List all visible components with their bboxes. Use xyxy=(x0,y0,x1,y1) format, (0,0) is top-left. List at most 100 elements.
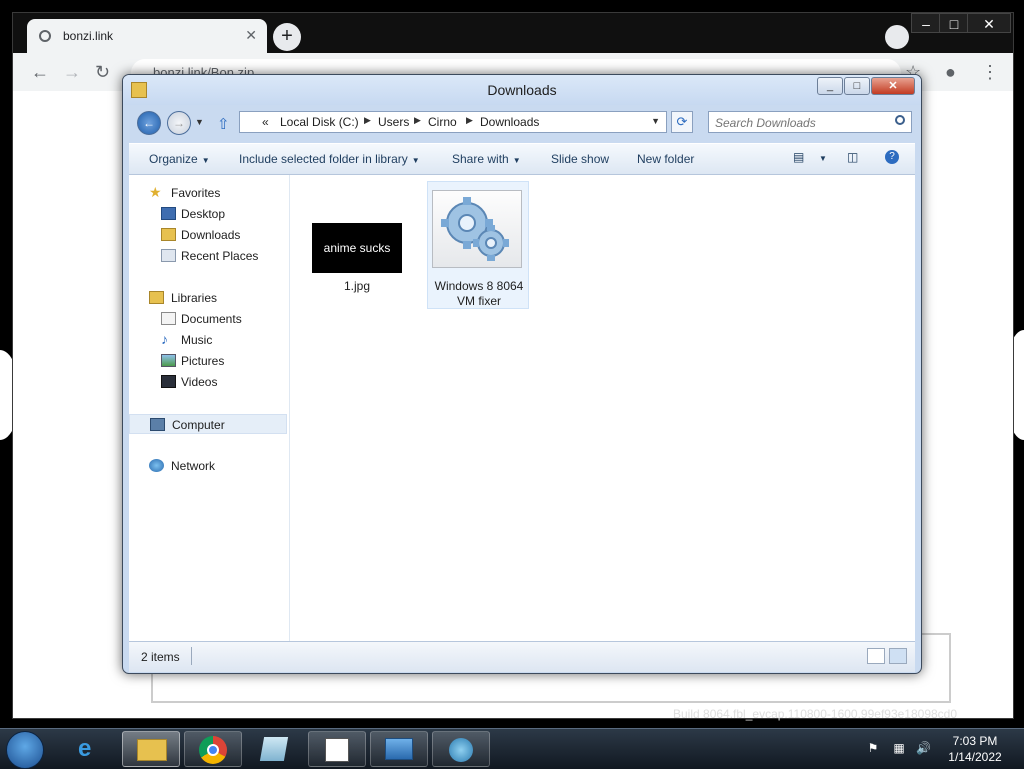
search-icon[interactable] xyxy=(895,115,905,125)
folder-icon xyxy=(137,739,167,761)
breadcrumb-users[interactable]: Users xyxy=(378,115,409,129)
address-bar[interactable]: « Local Disk (C:) ▶ Users ▶ Cirno ▶ Down… xyxy=(239,111,667,133)
nav-computer[interactable]: Computer xyxy=(129,414,287,434)
slide-show-button[interactable]: Slide show xyxy=(551,152,609,166)
network-map-icon[interactable] xyxy=(432,731,490,767)
recent-pages-dropdown-icon[interactable]: ▼ xyxy=(195,117,204,127)
monitor-glyph xyxy=(385,738,413,760)
breadcrumb-downloads[interactable]: Downloads xyxy=(480,115,539,129)
explorer-titlebar[interactable]: Downloads _ □ ✕ xyxy=(123,75,921,105)
computer-icon xyxy=(150,418,165,431)
tab-search-icon[interactable] xyxy=(885,25,909,49)
chevron-right-icon[interactable]: ▶ xyxy=(466,115,473,126)
windows-explorer-icon[interactable] xyxy=(122,731,180,767)
nav-label: Favorites xyxy=(171,186,221,200)
browser-tab[interactable]: bonzi.link ✕ xyxy=(27,19,267,53)
tab-close-icon[interactable]: ✕ xyxy=(245,27,257,44)
downloads-folder-icon xyxy=(161,228,176,241)
new-folder-button[interactable]: New folder xyxy=(637,152,694,166)
window-title: Downloads xyxy=(487,82,557,98)
large-icons-view-icon[interactable] xyxy=(889,648,907,664)
profile-icon[interactable]: ● xyxy=(945,62,956,83)
minimize-button[interactable]: _ xyxy=(817,77,843,95)
maximize-button[interactable]: □ xyxy=(939,13,969,33)
forward-arrow-icon[interactable]: → xyxy=(167,111,191,135)
browser-titlebar: bonzi.link ✕ + – □ ✕ xyxy=(13,13,1013,53)
task-list-icon[interactable] xyxy=(308,731,366,767)
network-status-icon[interactable]: ▦ xyxy=(892,741,906,755)
search-input[interactable] xyxy=(713,114,887,132)
nav-videos[interactable]: Videos xyxy=(129,372,287,392)
network-icon xyxy=(149,459,164,472)
back-arrow-icon[interactable]: ← xyxy=(137,111,161,135)
new-tab-button[interactable]: + xyxy=(273,23,301,51)
control-panel-icon[interactable] xyxy=(370,731,428,767)
breadcrumb-local-disk[interactable]: Local Disk (C:) xyxy=(280,115,359,129)
tab-title: bonzi.link xyxy=(63,29,114,43)
recent-places-icon xyxy=(161,249,176,262)
details-view-icon[interactable] xyxy=(867,648,885,664)
documents-icon xyxy=(161,312,176,325)
breadcrumb-cirno[interactable]: Cirno xyxy=(428,115,457,129)
chrome-icon[interactable] xyxy=(184,731,242,767)
internet-explorer-icon[interactable]: e xyxy=(62,731,120,767)
explorer-body: ★ Favorites Desktop Downloads Recent Pla… xyxy=(129,175,915,641)
star-icon: ★ xyxy=(149,184,162,200)
menu-icon[interactable]: ⋮ xyxy=(981,62,999,83)
breadcrumb-overflow[interactable]: « xyxy=(262,115,269,129)
back-arrow-icon[interactable]: ← xyxy=(31,62,49,83)
system-clock[interactable]: 7:03 PM 1/14/2022 xyxy=(944,733,1006,765)
command-bar: Organize ▼ Include selected folder in lib… xyxy=(129,143,915,175)
close-button[interactable]: ✕ xyxy=(871,77,915,95)
start-orb-icon[interactable] xyxy=(6,731,44,769)
film-icon xyxy=(161,375,176,388)
volume-icon[interactable]: 🔊 xyxy=(916,741,931,755)
organize-label: Organize xyxy=(149,152,198,166)
desktop-icon xyxy=(161,207,176,220)
include-label: Include selected folder in library xyxy=(239,152,408,166)
nav-documents[interactable]: Documents xyxy=(129,309,287,329)
help-icon[interactable]: ? xyxy=(885,150,899,164)
reload-icon[interactable]: ↻ xyxy=(95,62,110,83)
notepad-icon[interactable] xyxy=(246,731,304,767)
search-box[interactable] xyxy=(708,111,912,133)
nav-libraries[interactable]: Libraries xyxy=(129,288,287,308)
share-with-button[interactable]: Share with ▼ xyxy=(452,152,521,166)
organize-button[interactable]: Organize ▼ xyxy=(149,152,210,166)
close-button[interactable]: ✕ xyxy=(967,13,1011,33)
nav-label: Videos xyxy=(181,375,218,389)
nav-recent-places[interactable]: Recent Places xyxy=(129,246,287,266)
nav-desktop[interactable]: Desktop xyxy=(129,204,287,224)
change-view-icon[interactable]: ▤ xyxy=(793,150,804,164)
nav-label: Libraries xyxy=(171,291,218,305)
nav-network[interactable]: Network xyxy=(129,456,287,476)
taskbar: e ⚑ ▦ 🔊 7:03 PM 1/14/2022 xyxy=(0,728,1024,769)
nav-pictures[interactable]: Pictures xyxy=(129,351,287,371)
explorer-window: Downloads _ □ ✕ ← → ▼ ⇧ « Local Disk (C:… xyxy=(122,74,922,674)
chevron-right-icon[interactable]: ▶ xyxy=(364,115,371,126)
forward-arrow-icon[interactable]: → xyxy=(63,62,81,83)
up-arrow-icon[interactable]: ⇧ xyxy=(217,115,230,133)
nav-favorites[interactable]: ★ Favorites xyxy=(129,183,287,203)
refresh-icon[interactable]: ⟳ xyxy=(671,111,693,133)
nav-downloads[interactable]: Downloads xyxy=(129,225,287,245)
nav-label: Computer xyxy=(172,418,225,432)
address-dropdown-icon[interactable]: ▼ xyxy=(651,116,660,126)
caret-down-icon: ▼ xyxy=(411,156,420,165)
include-in-library-button[interactable]: Include selected folder in library ▼ xyxy=(239,152,420,166)
file-item[interactable]: anime sucks 1.jpg xyxy=(306,223,408,298)
chevron-right-icon[interactable]: ▶ xyxy=(414,115,421,126)
nav-music[interactable]: ♪ Music xyxy=(129,330,287,350)
address-row: ← → ▼ ⇧ « Local Disk (C:) ▶ Users ▶ Cirn… xyxy=(123,107,921,141)
clock-time: 7:03 PM xyxy=(952,734,998,748)
action-center-flag-icon[interactable]: ⚑ xyxy=(866,741,880,755)
file-name: Windows 8 8064 VM fixer xyxy=(434,279,524,308)
status-bar: 2 items xyxy=(129,641,915,672)
file-item[interactable]: Windows 8 8064 VM fixer xyxy=(427,181,529,309)
nav-label: Music xyxy=(181,333,213,347)
preview-pane-icon[interactable]: ◫ xyxy=(847,150,858,164)
view-dropdown-icon[interactable]: ▼ xyxy=(819,154,827,163)
maximize-button[interactable]: □ xyxy=(844,77,870,95)
minimize-button[interactable]: – xyxy=(911,13,941,33)
file-name: 1.jpg xyxy=(343,279,371,293)
